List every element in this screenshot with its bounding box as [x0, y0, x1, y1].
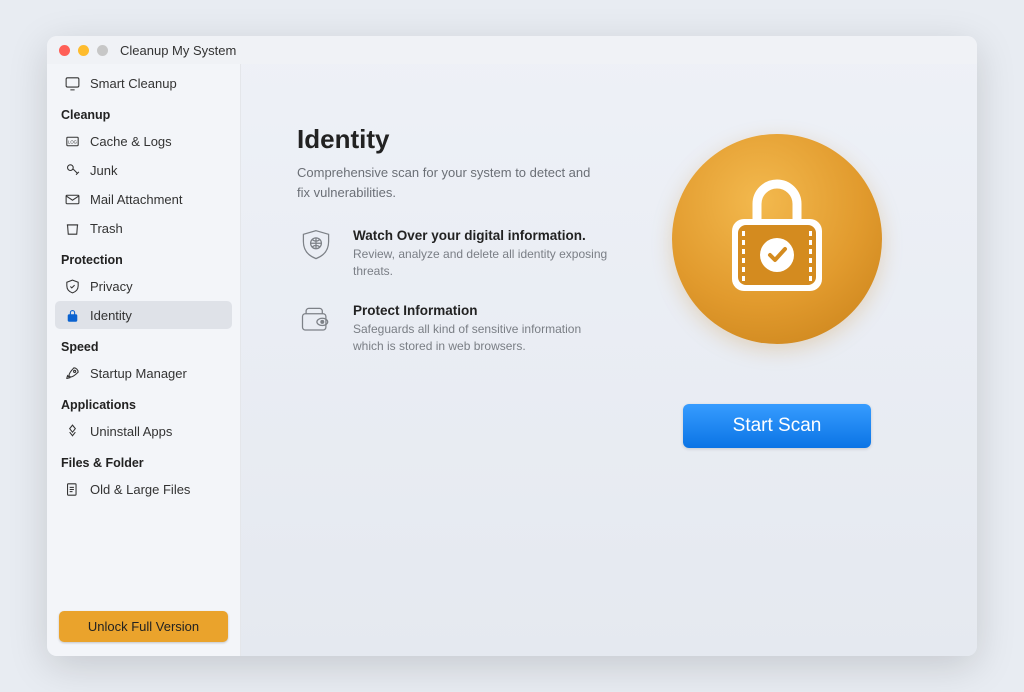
files-icon — [63, 480, 81, 498]
section-header-cleanup: Cleanup — [55, 98, 232, 126]
section-header-speed: Speed — [55, 330, 232, 358]
mail-icon — [63, 190, 81, 208]
shield-globe-icon — [297, 228, 335, 266]
junk-icon — [63, 161, 81, 179]
sidebar-item-old-large-files[interactable]: Old & Large Files — [55, 475, 232, 503]
feature-desc: Safeguards all kind of sensitive informa… — [353, 321, 613, 356]
rocket-icon — [63, 364, 81, 382]
sidebar-item-label: Identity — [90, 308, 132, 323]
sidebar: Smart Cleanup Cleanup LOG Cache & Logs J… — [47, 64, 241, 656]
trash-icon — [63, 219, 81, 237]
close-button[interactable] — [59, 45, 70, 56]
sidebar-item-label: Trash — [90, 221, 123, 236]
sidebar-item-startup-manager[interactable]: Startup Manager — [55, 359, 232, 387]
titlebar: Cleanup My System — [47, 36, 977, 64]
wallet-eye-icon — [297, 303, 335, 341]
feature-watch-over: Watch Over your digital information. Rev… — [297, 228, 617, 281]
window-title: Cleanup My System — [120, 43, 236, 58]
sidebar-item-label: Startup Manager — [90, 366, 187, 381]
sidebar-item-label: Junk — [90, 163, 117, 178]
sidebar-item-uninstall-apps[interactable]: Uninstall Apps — [55, 417, 232, 445]
page-subtitle: Comprehensive scan for your system to de… — [297, 163, 597, 202]
feature-title: Protect Information — [353, 303, 613, 318]
shield-icon — [63, 277, 81, 295]
page-title: Identity — [297, 124, 617, 155]
lock-icon — [63, 306, 81, 324]
start-scan-button[interactable]: Start Scan — [683, 404, 872, 448]
sidebar-item-identity[interactable]: Identity — [55, 301, 232, 329]
sidebar-item-cache-logs[interactable]: LOG Cache & Logs — [55, 127, 232, 155]
sidebar-item-label: Old & Large Files — [90, 482, 190, 497]
app-window: Cleanup My System Smart Cleanup Cleanup … — [47, 36, 977, 656]
sidebar-item-mail-attachment[interactable]: Mail Attachment — [55, 185, 232, 213]
monitor-icon — [63, 74, 81, 92]
section-header-files-folder: Files & Folder — [55, 446, 232, 474]
unlock-full-version-button[interactable]: Unlock Full Version — [59, 611, 228, 642]
main-content: Identity Comprehensive scan for your sys… — [241, 64, 977, 656]
minimize-button[interactable] — [78, 45, 89, 56]
log-icon: LOG — [63, 132, 81, 150]
sidebar-item-smart-cleanup[interactable]: Smart Cleanup — [55, 69, 232, 97]
sidebar-item-label: Uninstall Apps — [90, 424, 172, 439]
sidebar-item-trash[interactable]: Trash — [55, 214, 232, 242]
zoom-button[interactable] — [97, 45, 108, 56]
sidebar-item-label: Mail Attachment — [90, 192, 183, 207]
feature-desc: Review, analyze and delete all identity … — [353, 246, 613, 281]
feature-protect-info: Protect Information Safeguards all kind … — [297, 303, 617, 356]
apps-icon — [63, 422, 81, 440]
sidebar-item-label: Smart Cleanup — [90, 76, 177, 91]
traffic-lights — [59, 45, 108, 56]
section-header-protection: Protection — [55, 243, 232, 271]
section-header-applications: Applications — [55, 388, 232, 416]
sidebar-item-label: Privacy — [90, 279, 133, 294]
identity-hero-illustration — [672, 134, 882, 344]
sidebar-item-privacy[interactable]: Privacy — [55, 272, 232, 300]
svg-text:LOG: LOG — [68, 139, 77, 144]
feature-title: Watch Over your digital information. — [353, 228, 613, 243]
sidebar-item-label: Cache & Logs — [90, 134, 172, 149]
sidebar-item-junk[interactable]: Junk — [55, 156, 232, 184]
